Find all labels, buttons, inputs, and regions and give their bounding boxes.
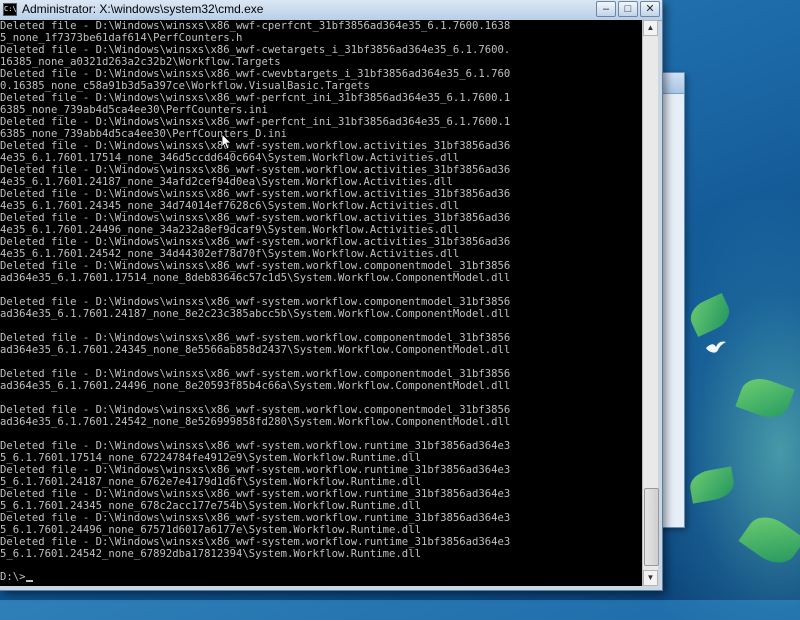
console-line: 5_none_1f7373be61daf614\PerfCounters.h xyxy=(0,32,243,44)
cmd-icon[interactable]: C:\ xyxy=(3,3,17,16)
console-line: 4e35_6.1.7601.24542_none_34d44302ef78d70… xyxy=(0,248,460,260)
console-lines: Deleted file - D:\Windows\winsxs\x86_wwf… xyxy=(0,20,642,560)
minimize-button[interactable]: – xyxy=(596,1,616,17)
maximize-button[interactable]: □ xyxy=(618,1,638,17)
console-line: ad364e35_6.1.7601.17514_none_8deb83646c5… xyxy=(0,272,511,284)
console-line: Deleted file - D:\Windows\winsxs\x86_wwf… xyxy=(0,44,511,56)
console-line: Deleted file - D:\Windows\winsxs\x86_wwf… xyxy=(0,164,511,176)
console-line: Deleted file - D:\Windows\winsxs\x86_wwf… xyxy=(0,440,511,452)
console-line: Deleted file - D:\Windows\winsxs\x86_wwf… xyxy=(0,116,511,128)
console-line: Deleted file - D:\Windows\winsxs\x86_wwf… xyxy=(0,488,511,500)
console-output[interactable]: Deleted file - D:\Windows\winsxs\x86_wwf… xyxy=(0,20,642,586)
console-line: Deleted file - D:\Windows\winsxs\x86_wwf… xyxy=(0,296,511,308)
command-prompt[interactable]: D:\> xyxy=(0,571,33,583)
console-line: Deleted file - D:\Windows\winsxs\x86_wwf… xyxy=(0,212,511,224)
console-line: Deleted file - D:\Windows\winsxs\x86_wwf… xyxy=(0,188,511,200)
console-line: 5_6.1.7601.24345_none_678c2acc177e754b\S… xyxy=(0,500,421,512)
console-line: ad364e35_6.1.7601.24496_none_8e20593f85b… xyxy=(0,380,511,392)
console-line: 16385_none_a0321d263a2c32b2\Workflow.Tar… xyxy=(0,56,281,68)
text-cursor xyxy=(25,580,33,582)
wallpaper-bird-icon xyxy=(706,341,726,353)
console-line: 4e35_6.1.7601.17514_none_346d5ccdd640c66… xyxy=(0,152,460,164)
window-titlebar[interactable]: C:\ Administrator: X:\windows\system32\c… xyxy=(0,0,662,21)
console-line: Deleted file - D:\Windows\winsxs\x86_wwf… xyxy=(0,512,511,524)
console-line: Deleted file - D:\Windows\winsxs\x86_wwf… xyxy=(0,68,511,80)
console-line: Deleted file - D:\Windows\winsxs\x86_wwf… xyxy=(0,368,511,380)
console-line: Deleted file - D:\Windows\winsxs\x86_wwf… xyxy=(0,260,511,272)
console-line: 0.16385_none_c58a91b3d5a397ce\Workflow.V… xyxy=(0,80,370,92)
vertical-scrollbar[interactable]: ▲ ▼ xyxy=(642,20,659,586)
close-button[interactable]: ✕ xyxy=(640,1,660,17)
console-line: 4e35_6.1.7601.24187_none_34afd2cef94d0ea… xyxy=(0,176,453,188)
console-line: Deleted file - D:\Windows\winsxs\x86_wwf… xyxy=(0,404,511,416)
console-line: 5_6.1.7601.24496_none_67571d6017a6177e\S… xyxy=(0,524,421,536)
console-line: 5_6.1.7601.24187_none_6762e7e4179d1d6f\S… xyxy=(0,476,421,488)
console-line: Deleted file - D:\Windows\winsxs\x86_wwf… xyxy=(0,20,511,32)
console-line: 4e35_6.1.7601.24496_none_34a232a8ef9dcaf… xyxy=(0,224,460,236)
console-line: Deleted file - D:\Windows\winsxs\x86_wwf… xyxy=(0,92,511,104)
prompt-text: D:\> xyxy=(0,571,26,583)
console-line: ad364e35_6.1.7601.24542_none_8e526999858… xyxy=(0,416,511,428)
cmd-window[interactable]: C:\ Administrator: X:\windows\system32\c… xyxy=(0,0,663,591)
console-line: Deleted file - D:\Windows\winsxs\x86_wwf… xyxy=(0,464,511,476)
window-title: Administrator: X:\windows\system32\cmd.e… xyxy=(22,2,264,16)
scroll-up-button[interactable]: ▲ xyxy=(643,20,658,36)
console-line: Deleted file - D:\Windows\winsxs\x86_wwf… xyxy=(0,536,511,548)
mouse-pointer-icon xyxy=(222,134,232,150)
console-line: ad364e35_6.1.7601.24187_none_8e2c23c385a… xyxy=(0,308,511,320)
console-line: 6385_none_739ab4d5ca4ee30\PerfCounters.i… xyxy=(0,104,268,116)
console-line: ad364e35_6.1.7601.24345_none_8e5566ab858… xyxy=(0,344,511,356)
console-line: 5_6.1.7601.17514_none_67224784fe4912e9\S… xyxy=(0,452,421,464)
console-line: Deleted file - D:\Windows\winsxs\x86_wwf… xyxy=(0,140,511,152)
console-line: 6385_none_739abb4d5ca4ee30\PerfCounters_… xyxy=(0,128,288,140)
console-line: Deleted file - D:\Windows\winsxs\x86_wwf… xyxy=(0,332,511,344)
console-line: Deleted file - D:\Windows\winsxs\x86_wwf… xyxy=(0,236,511,248)
scroll-thumb[interactable] xyxy=(644,488,659,566)
scroll-down-button[interactable]: ▼ xyxy=(643,570,658,586)
console-line: 4e35_6.1.7601.24345_none_34d74014ef7628c… xyxy=(0,200,460,212)
console-line: 5_6.1.7601.24542_none_67892dba17812394\S… xyxy=(0,548,421,560)
